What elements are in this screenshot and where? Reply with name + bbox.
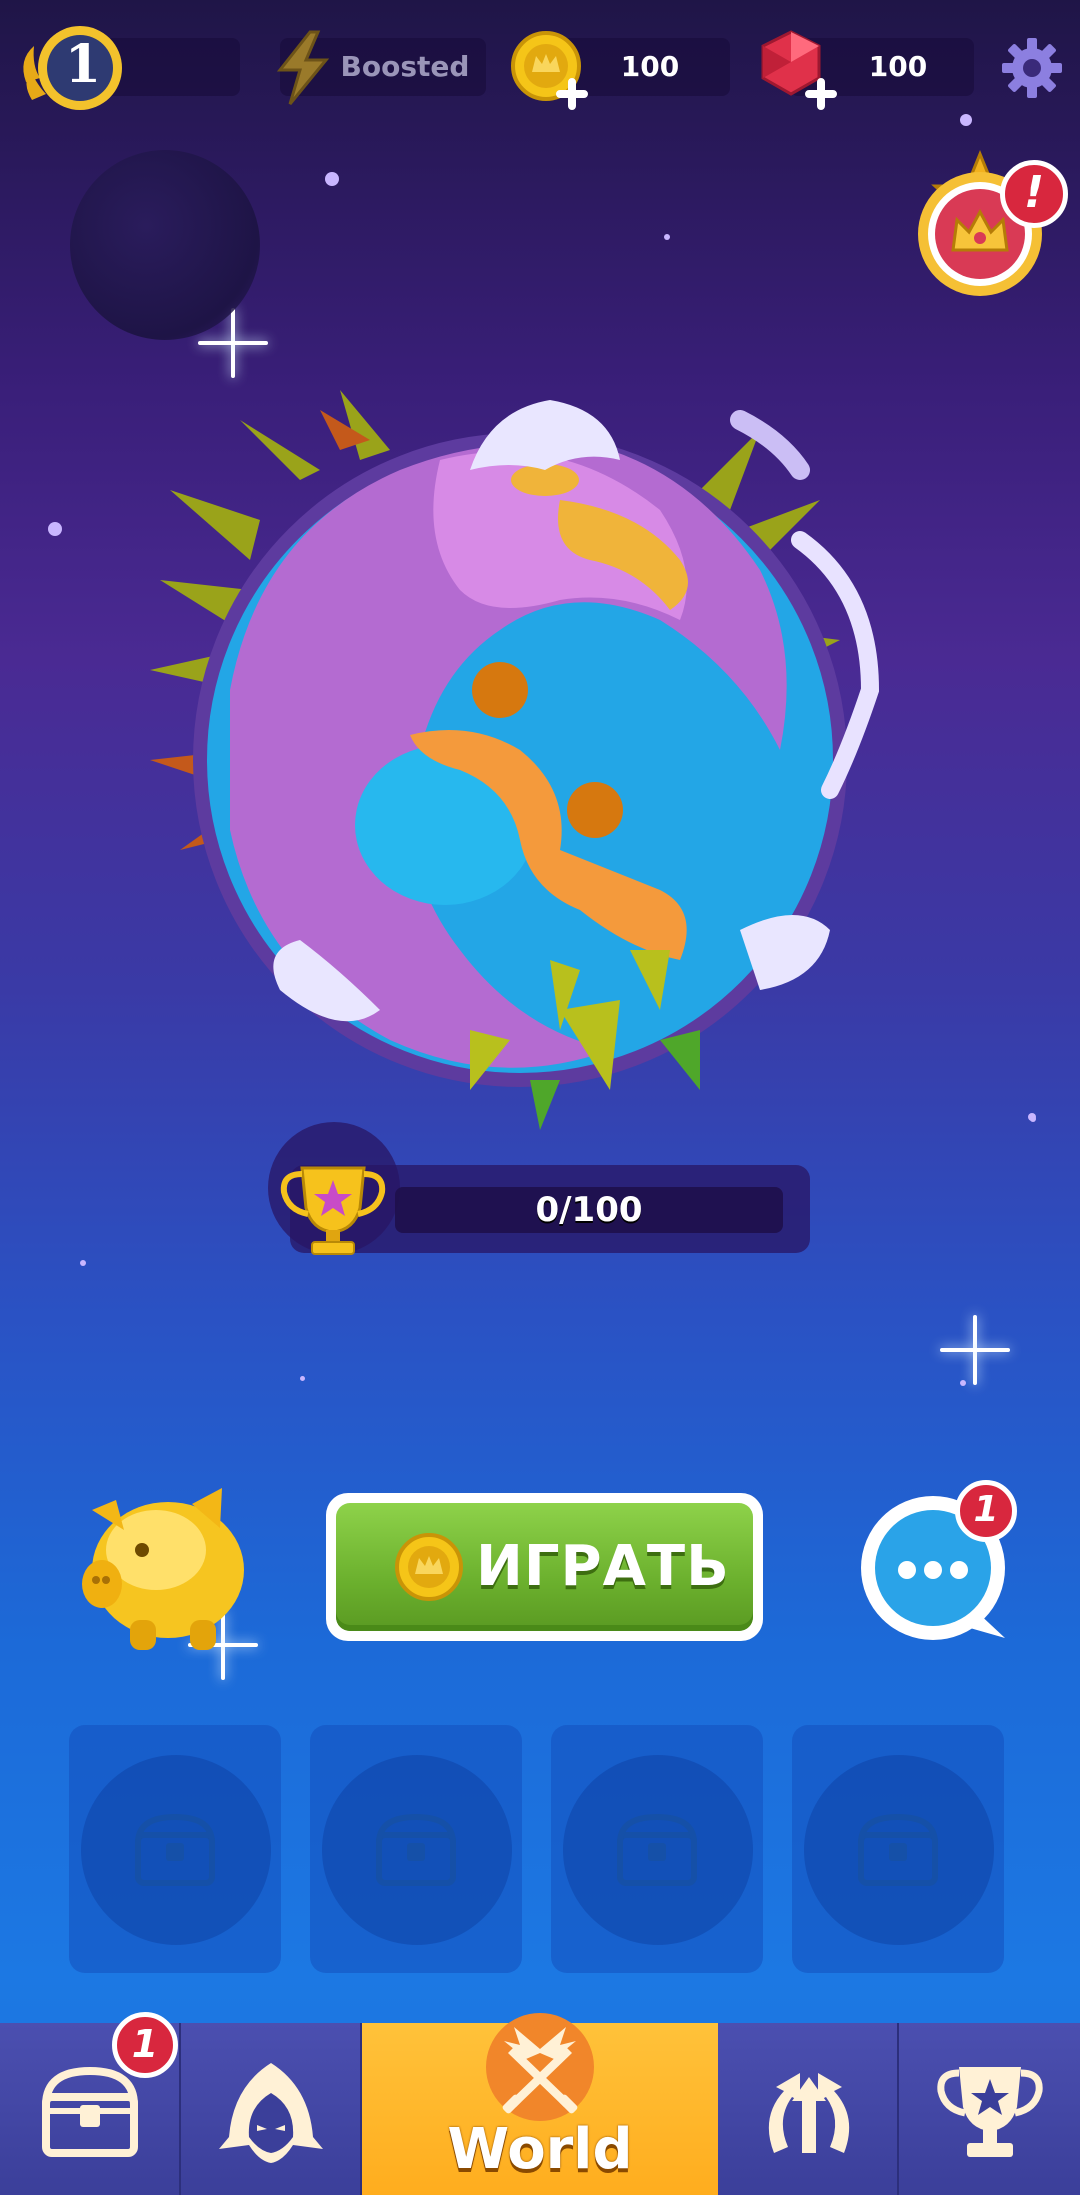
sparkle — [940, 1315, 1010, 1385]
crossed-swords-icon — [486, 2013, 594, 2121]
chest-slot[interactable] — [551, 1725, 763, 1973]
star — [80, 1260, 86, 1266]
chat-notification-badge: 1 — [955, 1480, 1017, 1542]
chest-icon — [42, 2066, 138, 2157]
coin-add-icon[interactable] — [510, 28, 592, 110]
nav-world-label: World — [447, 2117, 633, 2182]
chest-icon — [858, 1813, 938, 1886]
chest-icon — [135, 1813, 215, 1886]
trophy-icon — [280, 1166, 386, 1255]
star — [325, 172, 339, 186]
lightning-icon — [276, 30, 330, 105]
trophy-progress-text: 0/100 — [535, 1190, 643, 1230]
world-planet[interactable] — [140, 390, 900, 1130]
piggy-bank-icon[interactable] — [72, 1470, 252, 1660]
settings-gear-icon[interactable] — [1000, 36, 1064, 100]
quest-alert-badge: ! — [1000, 160, 1068, 228]
chest-slot[interactable] — [310, 1725, 522, 1973]
level-number: 1 — [64, 34, 102, 95]
star — [664, 234, 670, 240]
gems-count: 100 — [868, 50, 928, 83]
star — [300, 1376, 305, 1381]
chest-slot[interactable] — [69, 1725, 281, 1973]
star — [48, 522, 62, 536]
chest-icon — [617, 1813, 697, 1886]
hooded-hero-icon — [219, 2063, 323, 2163]
chest-slot[interactable] — [792, 1725, 1004, 1973]
coins-count: 100 — [620, 50, 680, 83]
coin-icon — [395, 1533, 463, 1601]
top-bar: 1 Boosted 100 100 — [0, 0, 1080, 140]
chests-notification-badge: 1 — [112, 2012, 178, 2078]
boost-label: Boosted — [340, 50, 470, 83]
moon — [70, 150, 260, 340]
play-button-face: ИГРАТЬ — [336, 1503, 753, 1631]
trophy-icon — [937, 2067, 1043, 2157]
nav-item-upgrades[interactable] — [718, 2023, 899, 2195]
nav-item-leaderboard[interactable] — [899, 2023, 1080, 2195]
upgrade-arrows-icon — [768, 2073, 850, 2153]
star — [1030, 1116, 1036, 1122]
gem-add-icon[interactable] — [755, 26, 841, 112]
play-button[interactable]: ИГРАТЬ — [326, 1493, 763, 1641]
nav-item-heroes[interactable] — [181, 2023, 362, 2195]
chest-icon — [376, 1813, 456, 1886]
play-button-label: ИГРАТЬ — [476, 1534, 730, 1599]
